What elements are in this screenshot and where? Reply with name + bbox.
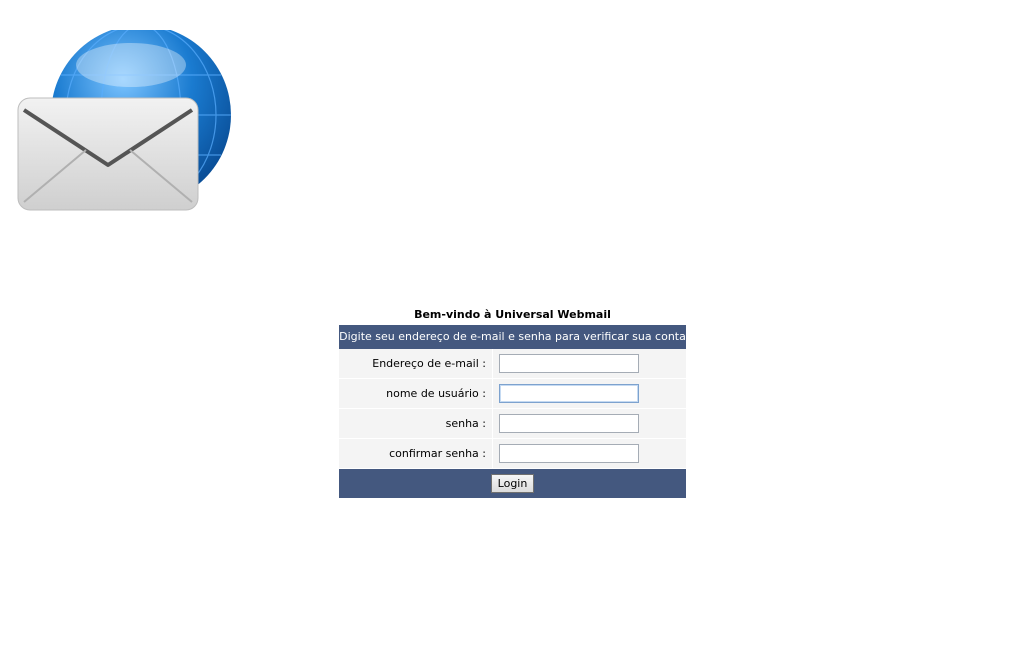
username-label: nome de usuário : [339,379,493,408]
email-label: Endereço de e-mail : [339,349,493,378]
login-button[interactable]: Login [490,474,535,493]
username-row: nome de usuário : [339,379,686,409]
login-panel: Bem-vindo à Universal Webmail Digite seu… [339,305,686,498]
form-footer: Login [339,469,686,498]
confirm-password-field[interactable] [499,444,639,463]
username-field[interactable] [499,384,639,403]
confirm-password-label: confirmar senha : [339,439,493,468]
password-field[interactable] [499,414,639,433]
welcome-title: Bem-vindo à Universal Webmail [414,308,611,321]
email-row: Endereço de e-mail : [339,349,686,379]
password-row: senha : [339,409,686,439]
password-label: senha : [339,409,493,438]
form-header: Digite seu endereço de e-mail e senha pa… [339,325,686,349]
email-field[interactable] [499,354,639,373]
confirm-password-row: confirmar senha : [339,439,686,469]
webmail-logo-icon [16,24,236,215]
